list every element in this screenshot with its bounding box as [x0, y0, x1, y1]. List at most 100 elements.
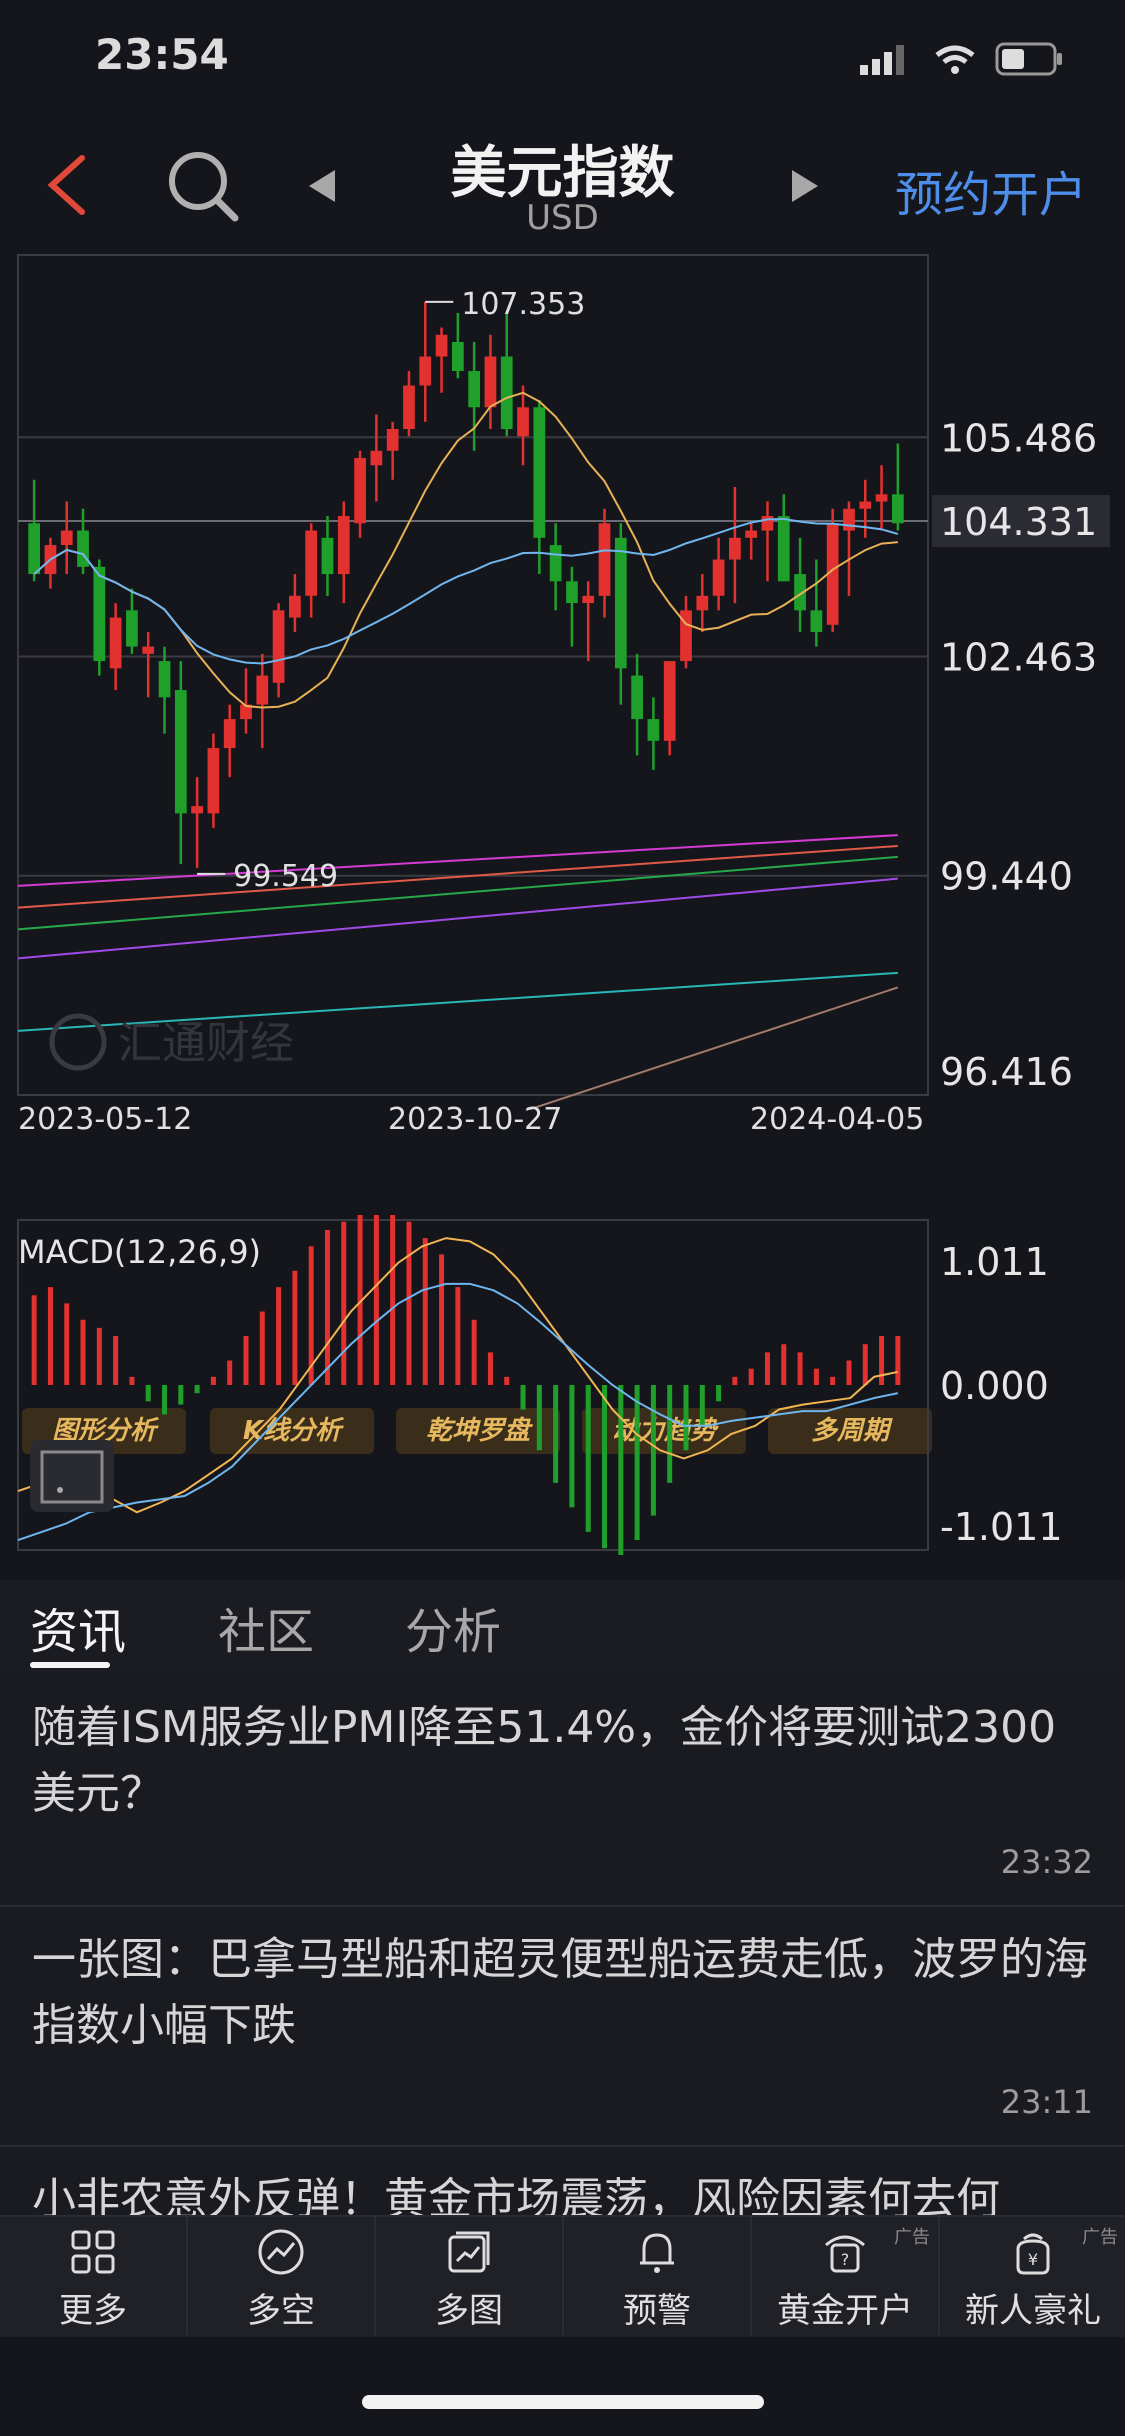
bell-icon	[640, 2233, 674, 2273]
candle-body	[582, 595, 595, 604]
next-symbol-icon[interactable]	[788, 168, 822, 204]
nav-label: 更多	[59, 2291, 127, 2331]
macd-title: MACD(12,26,9)	[18, 1233, 261, 1271]
candle-body	[403, 385, 415, 430]
nav-label: 多空	[247, 2291, 315, 2331]
rotate-icon-dot	[57, 1487, 63, 1493]
watermark-logo	[49, 1013, 107, 1071]
multi-chart-icon	[448, 2231, 490, 2273]
candle-body	[142, 646, 155, 654]
tab-analysis[interactable]: 分析	[405, 1592, 501, 1662]
news-item[interactable]: 小非农意外反弹！黄金市场震荡，风险因素何去何	[0, 2147, 1125, 2215]
svg-text:¥: ¥	[1028, 2250, 1038, 2269]
macd-y-label: 0.000	[940, 1364, 1049, 1408]
candle-body	[93, 566, 106, 662]
x-label-start: 2023-05-12	[18, 1102, 193, 1137]
candle-body	[549, 545, 562, 582]
candle-body	[126, 610, 138, 647]
y-axis-label: 99.440	[940, 855, 1073, 899]
candle-body	[843, 508, 855, 531]
tab-community[interactable]: 社区	[218, 1592, 314, 1662]
candle-body	[207, 748, 220, 814]
battery-icon	[995, 42, 1062, 76]
candle-body	[696, 595, 709, 611]
watermark-text: 汇通财经	[118, 1018, 294, 1069]
high-label: 107.353	[461, 287, 585, 322]
candle-body	[354, 458, 366, 524]
news-title: 随着ISM服务业PMI降至51.4%，金价将要测试2300美元？	[32, 1702, 1057, 1819]
nav-more[interactable]: 更多	[0, 2215, 188, 2335]
gift-bag-icon: ¥	[1016, 2233, 1050, 2275]
candle-body	[386, 429, 399, 451]
nav-new-user-gift[interactable]: 广告 ¥ 新人豪礼	[940, 2215, 1125, 2335]
candle-body	[729, 537, 741, 560]
news-item[interactable]: 随着ISM服务业PMI降至51.4%，金价将要测试2300美元？ 23:32	[0, 1675, 1125, 1907]
candle-body	[256, 675, 269, 705]
candle-body	[859, 501, 872, 509]
nav-alert[interactable]: 预警	[564, 2215, 752, 2335]
news-title: 小非农意外反弹！黄金市场震荡，风险因素何去何	[32, 2174, 1000, 2215]
svg-text:?: ?	[841, 2250, 850, 2269]
candle-body	[598, 523, 611, 596]
candle-body	[77, 530, 89, 567]
candle-body	[810, 610, 823, 633]
news-item[interactable]: 一张图：巴拿马型船和超灵便型船运费走低，波罗的海指数小幅下跌 23:11	[0, 1907, 1125, 2147]
candle-body	[647, 719, 660, 741]
news-time: 23:32	[1000, 1843, 1093, 1881]
candle-body	[370, 450, 383, 466]
macd-y-label: -1.011	[940, 1505, 1063, 1549]
candle-body	[533, 407, 546, 538]
content-tabbar	[0, 1580, 1125, 1675]
home-indicator	[362, 2395, 764, 2409]
candle-body	[566, 581, 578, 604]
candle-body	[614, 537, 627, 669]
y-axis-label: 102.463	[940, 636, 1097, 680]
candle-body	[777, 516, 790, 582]
wifi-icon	[935, 45, 975, 74]
candle-body	[631, 675, 643, 720]
candle-body	[191, 806, 203, 814]
x-label-mid: 2023-10-27	[388, 1102, 563, 1137]
ad-label: 广告	[1082, 2227, 1118, 2248]
active-tab-indicator	[30, 1662, 110, 1668]
y-axis-label: 104.331	[940, 500, 1097, 544]
tab-news[interactable]: 资讯	[30, 1592, 126, 1662]
candle-body	[517, 407, 529, 437]
trend-icon	[258, 2229, 304, 2275]
candle-body	[484, 356, 497, 408]
candle-body	[419, 356, 432, 386]
candle-body	[174, 690, 187, 814]
candle-body	[289, 595, 301, 618]
candlestick-chart[interactable]: 105.486 104.331 102.463 99.440 96.416 107.353…	[0, 250, 1125, 1110]
candle-body	[28, 523, 41, 575]
nav-label: 新人豪礼	[965, 2291, 1101, 2331]
candle-body	[321, 537, 334, 575]
nav-gold-account[interactable]: 广告 ? 黄金开户	[752, 2215, 940, 2335]
candle-body	[60, 530, 73, 546]
status-bar: 23:54	[0, 0, 1125, 120]
ad-label: 广告	[894, 2227, 930, 2248]
candle-body	[468, 371, 481, 408]
nav-label: 黄金开户	[777, 2291, 913, 2331]
nav-multi-chart[interactable]: 多图	[376, 2215, 564, 2335]
nav-long-short[interactable]: 多空	[188, 2215, 376, 2335]
long-ma-line	[17, 834, 898, 887]
candle-body	[337, 516, 350, 575]
candle-body	[158, 661, 171, 698]
status-time: 23:54	[95, 30, 229, 79]
long-ma-line	[524, 986, 899, 1110]
reserve-account-button[interactable]: 预约开户	[895, 155, 1087, 225]
macd-chart[interactable]: MACD(12,26,9) 1.011 0.000 -1.011	[0, 1215, 1125, 1555]
rotate-screen-icon[interactable]	[30, 1440, 114, 1512]
macd-y-label: 1.011	[940, 1240, 1049, 1284]
candle-body	[305, 530, 318, 596]
news-title: 一张图：巴拿马型船和超灵便型船运费走低，波罗的海指数小幅下跌	[32, 1934, 1088, 2051]
gold-account-icon: ?	[825, 2235, 865, 2273]
candle-body	[875, 494, 888, 502]
grid-icon	[71, 2230, 115, 2274]
candle-body	[891, 494, 904, 524]
candle-body	[663, 661, 676, 741]
candle-body	[109, 617, 122, 669]
signal-icon	[860, 45, 904, 75]
low-label: 99.549	[233, 859, 338, 894]
